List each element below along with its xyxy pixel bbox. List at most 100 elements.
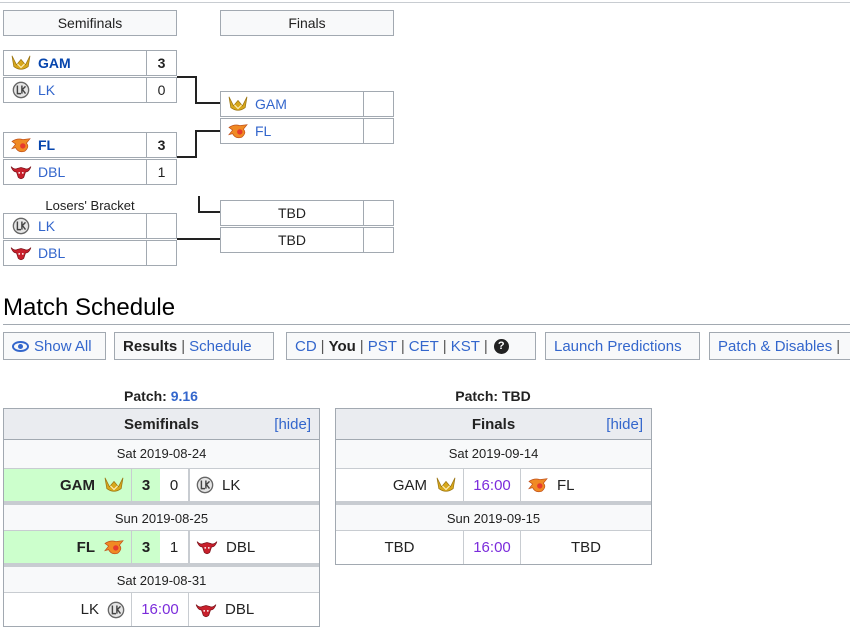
team1-cell: GAM	[336, 469, 463, 501]
lk-logo-icon	[4, 81, 38, 99]
tz-pst-link[interactable]: PST	[368, 338, 397, 355]
team2-cell: DBL	[189, 593, 319, 626]
top-rule	[0, 2, 850, 3]
tz-cd-link[interactable]: CD	[295, 338, 317, 355]
timezone-selector: CD | You | PST | CET | KST | ?	[286, 332, 536, 360]
bracket-losers-slot2: DBL	[3, 240, 177, 266]
team-name[interactable]: FL	[77, 539, 95, 556]
team-name[interactable]: DBL	[226, 539, 255, 556]
fl-logo-icon	[4, 136, 38, 154]
team-name[interactable]: GAM	[255, 96, 287, 112]
team-name[interactable]: LK	[222, 477, 240, 494]
results-tab[interactable]: Results	[123, 338, 177, 355]
team1-score: 3	[131, 469, 160, 501]
bracket-connector	[177, 76, 197, 104]
gam-logo-icon	[103, 476, 125, 494]
bracket-connector	[177, 130, 197, 158]
table-title: Finals	[471, 416, 516, 433]
lk-logo-icon	[196, 476, 214, 494]
match-row: GAM 16:00 FL	[336, 469, 651, 502]
team-name[interactable]: LK	[38, 218, 55, 234]
hide-toggle[interactable]: [hide]	[274, 409, 311, 440]
finals-match-table: Finals [hide] Sat 2019-09-14 GAM 16:00 F…	[335, 408, 652, 565]
team-name[interactable]: FL	[38, 137, 55, 153]
help-icon[interactable]: ?	[493, 338, 509, 354]
table-header: Finals [hide]	[336, 409, 651, 440]
tz-kst-link[interactable]: KST	[451, 338, 480, 355]
tz-cet-link[interactable]: CET	[409, 338, 439, 355]
gam-logo-icon	[435, 476, 457, 494]
patch-prefix: Patch:	[124, 388, 171, 404]
team-score	[363, 228, 393, 252]
bracket-third-slot2: TBD	[220, 227, 394, 253]
team2-cell: LK	[189, 469, 319, 501]
bracket-third-slot1: TBD	[220, 200, 394, 226]
bracket-connector	[196, 130, 220, 132]
patch-disables-label: Patch & Disables	[718, 337, 833, 355]
table-title: Semifinals	[123, 416, 200, 433]
fl-logo-icon	[103, 538, 125, 556]
bracket-final-slot2: FL	[220, 118, 394, 144]
lk-logo-icon	[107, 601, 125, 619]
match-time: 16:00	[131, 593, 189, 626]
dbl-logo-icon	[4, 163, 38, 181]
separator: |	[483, 337, 488, 355]
match-row: LK 16:00 DBL	[4, 593, 319, 626]
team-name[interactable]: LK	[81, 601, 99, 618]
team-name[interactable]: FL	[557, 477, 575, 494]
team-score	[363, 92, 393, 116]
tz-you-link[interactable]: You	[329, 338, 356, 355]
patch-link[interactable]: 9.16	[171, 388, 198, 404]
team-name[interactable]: DBL	[225, 601, 254, 618]
bracket-losers-slot1: LK	[3, 213, 177, 239]
match-schedule-heading: Match Schedule	[3, 294, 176, 321]
team1-cell: GAM	[4, 469, 131, 501]
team-name[interactable]: FL	[255, 123, 271, 139]
bracket-semi2-slot2: DBL 1	[3, 159, 177, 185]
team2-score: 0	[160, 469, 189, 501]
bracket-semi2-slot1: FL 3	[3, 132, 177, 158]
team-score: 1	[146, 160, 176, 184]
separator: |	[320, 337, 325, 355]
finals-patch: Patch: TBD	[335, 388, 651, 404]
table-header: Semifinals [hide]	[4, 409, 319, 440]
team-name[interactable]: DBL	[38, 164, 65, 180]
team1-cell: FL	[4, 531, 131, 563]
separator: |	[181, 337, 186, 355]
gam-logo-icon	[4, 54, 38, 72]
match-row: TBD 16:00 TBD	[336, 531, 651, 564]
team-name[interactable]: GAM	[60, 477, 95, 494]
team2-score: 1	[160, 531, 189, 563]
match-date: Sun 2019-08-25	[4, 502, 319, 531]
team2-cell: DBL	[189, 531, 319, 563]
show-all-label: Show All	[34, 337, 92, 355]
launch-predictions-label: Launch Predictions	[554, 337, 682, 355]
launch-predictions-button[interactable]: Launch Predictions	[545, 332, 700, 360]
gam-logo-icon	[221, 95, 255, 113]
patch-disables-button[interactable]: Patch & Disables |	[709, 332, 850, 360]
patch-prefix: Patch:	[455, 388, 502, 404]
team-score: 3	[146, 133, 176, 157]
team-score: 0	[146, 78, 176, 102]
semifinals-label: Semifinals	[57, 15, 123, 31]
match-date: Sun 2019-09-15	[336, 502, 651, 531]
match-time: 16:00	[463, 531, 521, 564]
team-name[interactable]: GAM	[38, 55, 71, 71]
semifinals-patch: Patch: 9.16	[3, 388, 319, 404]
eye-icon	[12, 340, 29, 352]
fl-logo-icon	[221, 122, 255, 140]
show-all-button[interactable]: Show All	[3, 332, 106, 360]
results-schedule-toggle: Results | Schedule	[114, 332, 274, 360]
team-name[interactable]: GAM	[393, 477, 427, 494]
team-score: 3	[146, 51, 176, 75]
separator: |	[400, 337, 405, 355]
team-name[interactable]: DBL	[38, 245, 65, 261]
match-time: 16:00	[463, 469, 521, 501]
finals-label: Finals	[288, 15, 326, 31]
schedule-tab[interactable]: Schedule	[189, 338, 252, 355]
team1-score: 3	[131, 531, 160, 563]
match-date: Sat 2019-09-14	[336, 440, 651, 469]
team-name[interactable]: LK	[38, 82, 55, 98]
patch-value: TBD	[501, 388, 531, 404]
hide-toggle[interactable]: [hide]	[606, 409, 643, 440]
